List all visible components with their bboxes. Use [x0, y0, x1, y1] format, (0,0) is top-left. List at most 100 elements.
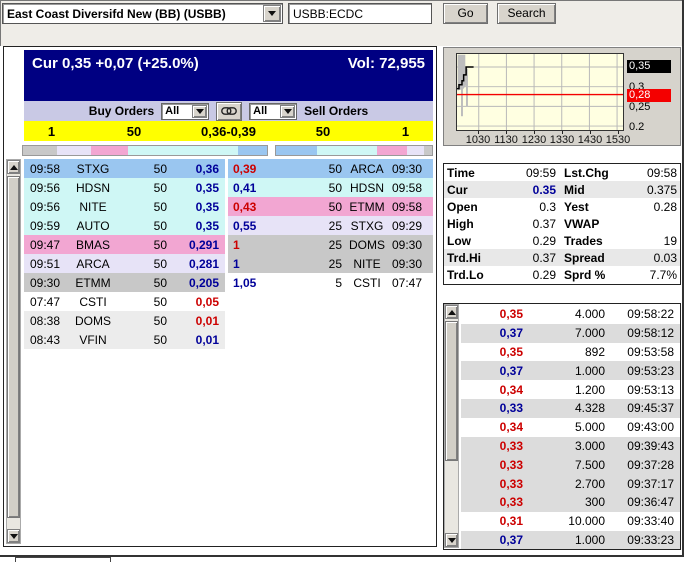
- symbol-input[interactable]: [288, 3, 432, 24]
- bid-size: 50: [122, 257, 167, 271]
- y-tick-label: 0,25: [627, 101, 650, 114]
- trade-price: 0,37: [461, 326, 523, 340]
- depth-bar-segment: [317, 146, 378, 155]
- scroll-up-icon[interactable]: [7, 160, 20, 174]
- ask-market-maker: CSTI: [342, 276, 392, 290]
- link-filters-button[interactable]: [216, 102, 242, 121]
- trade-row[interactable]: 0,35 892 09:53:58: [461, 343, 680, 362]
- trade-row[interactable]: 0,34 5.000 09:43:00: [461, 418, 680, 437]
- quote-value-2: 09:58: [622, 166, 680, 180]
- order-filter-row: Buy Orders All All Sell Orders: [24, 101, 433, 121]
- bid-time: 08:43: [24, 333, 64, 347]
- trade-price: 0,37: [461, 364, 523, 378]
- symbol-select[interactable]: East Coast Diversifd New (BB) (USBB): [2, 3, 283, 24]
- ask-row[interactable]: 0,39 50 ARCA 09:30: [228, 159, 433, 178]
- scrollbar-thumb[interactable]: [445, 321, 458, 461]
- trade-price: 0,34: [461, 383, 523, 397]
- bid-price: 0,01: [167, 333, 225, 347]
- bid-row[interactable]: 09:30 ETMM 50 0,205: [24, 273, 225, 292]
- bid-row[interactable]: 09:47 BMAS 50 0,291: [24, 235, 225, 254]
- buy-filter-select[interactable]: All: [161, 103, 209, 120]
- trade-price: 0,33: [461, 495, 523, 509]
- ask-row[interactable]: 1 25 NITE 09:30: [228, 254, 433, 273]
- bid-price: 0,291: [167, 238, 225, 252]
- sell-orders-label: Sell Orders: [304, 104, 368, 118]
- bid-market-maker: ETMM: [64, 276, 122, 290]
- left-tab-strip: All orders Summary: [6, 29, 10, 46]
- scroll-down-icon[interactable]: [445, 533, 458, 547]
- ask-time: 09:30: [392, 238, 440, 252]
- bid-price: 0,35: [167, 200, 225, 214]
- scrollbar-thumb[interactable]: [7, 176, 20, 518]
- bid-time: 09:56: [24, 200, 64, 214]
- chart-x-axis: 103011301230133014301530: [456, 134, 624, 146]
- trade-row[interactable]: 0,33 7.500 09:37:28: [461, 455, 680, 474]
- trade-row[interactable]: 0,35 4.000 09:58:22: [461, 305, 680, 324]
- go-button[interactable]: Go: [443, 3, 488, 24]
- depth-bar-segment: [424, 146, 432, 155]
- trade-row[interactable]: 0,33 3.000 09:39:43: [461, 437, 680, 456]
- ask-time: 07:47: [392, 276, 440, 290]
- depth-bar-segment: [91, 146, 128, 155]
- chevron-down-icon[interactable]: [280, 105, 295, 118]
- trade-row[interactable]: 0,33 300 09:36:47: [461, 493, 680, 512]
- bid-price: 0,35: [167, 219, 225, 233]
- trades-scrollbar[interactable]: [444, 304, 459, 548]
- bid-size: 50: [122, 333, 167, 347]
- bid-size: 50: [122, 219, 167, 233]
- ask-market-maker: NITE: [342, 257, 392, 271]
- chevron-down-icon[interactable]: [263, 5, 281, 22]
- quote-label-2: Mid: [556, 183, 622, 197]
- bid-market-maker: STXG: [64, 162, 122, 176]
- sell-filter-select[interactable]: All: [249, 103, 297, 120]
- ask-price: 0,41: [228, 181, 278, 195]
- trade-row[interactable]: 0,37 1.000 09:53:23: [461, 361, 680, 380]
- x-tick-label: 1230: [519, 134, 549, 146]
- ask-time: 09:58: [392, 181, 440, 195]
- ask-size: 50: [278, 162, 342, 176]
- bid-row[interactable]: 09:59 AUTO 50 0,35: [24, 216, 225, 235]
- trade-time: 09:45:37: [605, 401, 680, 415]
- depth-bar-segment: [407, 146, 424, 155]
- scroll-down-icon[interactable]: [7, 529, 20, 543]
- chevron-down-icon[interactable]: [192, 105, 207, 118]
- search-button[interactable]: Search: [497, 3, 556, 24]
- bid-row[interactable]: 09:58 STXG 50 0,36: [24, 159, 225, 178]
- ask-price: 1,05: [228, 276, 278, 290]
- trade-quantity: 5.000: [523, 420, 605, 434]
- price-chart-panel: 103011301230133014301530 0,350,30,280,25…: [443, 47, 681, 146]
- trade-row[interactable]: 0,37 7.000 09:58:12: [461, 324, 680, 343]
- trade-price: 0,37: [461, 533, 523, 547]
- quote-row: Cur 0.35 Mid 0.375: [444, 181, 680, 198]
- ask-row[interactable]: 0,55 25 STXG 09:29: [228, 216, 433, 235]
- bid-market-maker: BMAS: [64, 238, 122, 252]
- trade-row[interactable]: 0,33 4.328 09:45:37: [461, 399, 680, 418]
- bid-price: 0,05: [167, 295, 225, 309]
- bid-row[interactable]: 09:56 NITE 50 0,35: [24, 197, 225, 216]
- trade-row[interactable]: 0,33 2.700 09:37:17: [461, 474, 680, 493]
- ask-size: 50: [278, 181, 342, 195]
- x-tick-mark: [618, 131, 619, 134]
- x-tick-mark: [478, 131, 479, 134]
- bid-row[interactable]: 09:56 HDSN 50 0,35: [24, 178, 225, 197]
- x-tick-label: 1130: [491, 134, 521, 146]
- bid-row[interactable]: 08:43 VFIN 50 0,01: [24, 330, 225, 349]
- ask-row[interactable]: 1,05 5 CSTI 07:47: [228, 273, 433, 292]
- ask-row[interactable]: 0,41 50 HDSN 09:58: [228, 178, 433, 197]
- scroll-up-icon[interactable]: [445, 305, 458, 319]
- order-book-scrollbar[interactable]: [6, 159, 21, 544]
- ask-row[interactable]: 1 25 DOMS 09:30: [228, 235, 433, 254]
- trade-row[interactable]: 0,34 1.200 09:53:13: [461, 380, 680, 399]
- trade-time: 09:39:43: [605, 439, 680, 453]
- bid-price: 0,205: [167, 276, 225, 290]
- ask-row[interactable]: 0,43 50 ETMM 09:58: [228, 197, 433, 216]
- trade-row[interactable]: 0,37 1.000 09:33:23: [461, 531, 680, 550]
- ask-time: 09:30: [392, 257, 440, 271]
- bid-row[interactable]: 08:38 DOMS 50 0,01: [24, 311, 225, 330]
- bid-row[interactable]: 09:51 ARCA 50 0,281: [24, 254, 225, 273]
- volume-text: Vol: 72,955: [348, 55, 425, 72]
- ask-time: 09:58: [392, 200, 440, 214]
- trade-row[interactable]: 0,31 10.000 09:33:40: [461, 512, 680, 531]
- bid-row[interactable]: 07:47 CSTI 50 0,05: [24, 292, 225, 311]
- ask-size: 50: [278, 200, 342, 214]
